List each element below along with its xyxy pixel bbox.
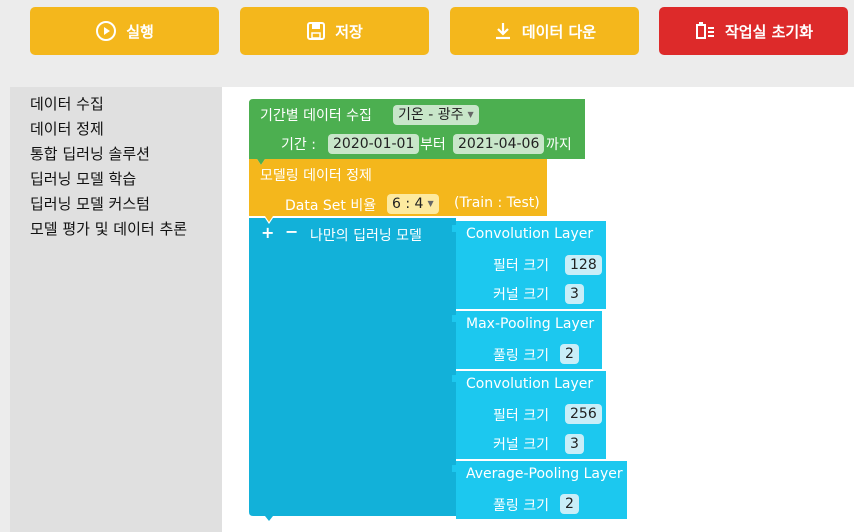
reset-workspace-button[interactable]: 작업실 초기화 xyxy=(659,7,848,55)
dropdown-caret-icon: ▼ xyxy=(427,199,434,208)
ratio-value: 6 : 4 xyxy=(392,196,424,212)
layer-name: Average-Pooling Layer xyxy=(466,466,623,482)
category-item[interactable]: 통합 딥러닝 솔루션 xyxy=(30,143,150,164)
floppy-icon xyxy=(306,21,326,41)
pool-size-field[interactable]: 2 xyxy=(560,344,579,364)
add-layer-icon[interactable]: + xyxy=(261,223,274,242)
category-item[interactable]: 딥러닝 모델 학습 xyxy=(30,168,136,189)
source-value: 기온 - 광주 xyxy=(398,107,464,123)
to-label: 까지 xyxy=(546,137,572,153)
play-icon xyxy=(95,20,117,42)
end-date-field[interactable]: 2021-04-06 xyxy=(453,134,545,154)
period-label: 기간 : xyxy=(281,137,316,153)
param-label: 필터 크기 xyxy=(493,408,549,424)
filter-size-field[interactable]: 128 xyxy=(565,255,602,275)
kernel-size-field[interactable]: 3 xyxy=(565,284,584,304)
category-item[interactable]: 데이터 정제 xyxy=(30,118,104,139)
download-label: 데이터 다운 xyxy=(521,22,597,41)
category-item[interactable]: 데이터 수집 xyxy=(30,93,104,114)
save-button[interactable]: 저장 xyxy=(240,7,429,55)
category-item[interactable]: 딥러닝 모델 커스텀 xyxy=(30,193,150,214)
category-item[interactable]: 모델 평가 및 데이터 추론 xyxy=(30,218,187,239)
run-label: 실행 xyxy=(126,22,154,41)
run-button[interactable]: 실행 xyxy=(30,7,219,55)
remove-layer-icon[interactable]: − xyxy=(285,222,298,241)
ratio-label: Data Set 비율 xyxy=(285,198,377,214)
param-label: 풀링 크기 xyxy=(493,498,549,514)
dropdown-caret-icon: ▼ xyxy=(467,110,474,119)
param-label: 풀링 크기 xyxy=(493,348,549,364)
refine-block-title: 모델링 데이터 정제 xyxy=(260,168,372,184)
layer-name: Convolution Layer xyxy=(466,376,594,392)
param-label: 커널 크기 xyxy=(493,287,549,303)
layer-name: Convolution Layer xyxy=(466,226,594,242)
pool-size-field[interactable]: 2 xyxy=(560,494,579,514)
model-block-shape[interactable] xyxy=(249,218,456,521)
block-category-sidebar: 데이터 수집 데이터 정제 통합 딥러닝 솔루션 딥러닝 모델 학습 딥러닝 모… xyxy=(10,87,222,532)
kernel-size-field[interactable]: 3 xyxy=(565,434,584,454)
download-data-button[interactable]: 데이터 다운 xyxy=(450,7,639,55)
block-workspace[interactable]: 기간별 데이터 수집 기온 - 광주 ▼ 기간 : 2020-01-01 부터 2… xyxy=(222,87,854,532)
reset-label: 작업실 초기화 xyxy=(724,22,814,41)
ratio-dropdown[interactable]: 6 : 4 ▼ xyxy=(387,194,439,214)
save-label: 저장 xyxy=(335,22,363,41)
layer-name: Max-Pooling Layer xyxy=(466,316,595,332)
param-label: 커널 크기 xyxy=(493,437,549,453)
source-dropdown[interactable]: 기온 - 광주 ▼ xyxy=(393,105,479,125)
ratio-note: (Train : Test) xyxy=(454,195,540,211)
start-date-field[interactable]: 2020-01-01 xyxy=(328,134,420,154)
download-icon xyxy=(493,21,513,41)
from-label: 부터 xyxy=(420,137,446,153)
model-block-title: 나만의 딥러닝 모델 xyxy=(310,228,422,244)
trash-list-icon xyxy=(694,21,716,41)
collect-block-title: 기간별 데이터 수집 xyxy=(260,108,372,124)
filter-size-field[interactable]: 256 xyxy=(565,404,602,424)
param-label: 필터 크기 xyxy=(493,258,549,274)
